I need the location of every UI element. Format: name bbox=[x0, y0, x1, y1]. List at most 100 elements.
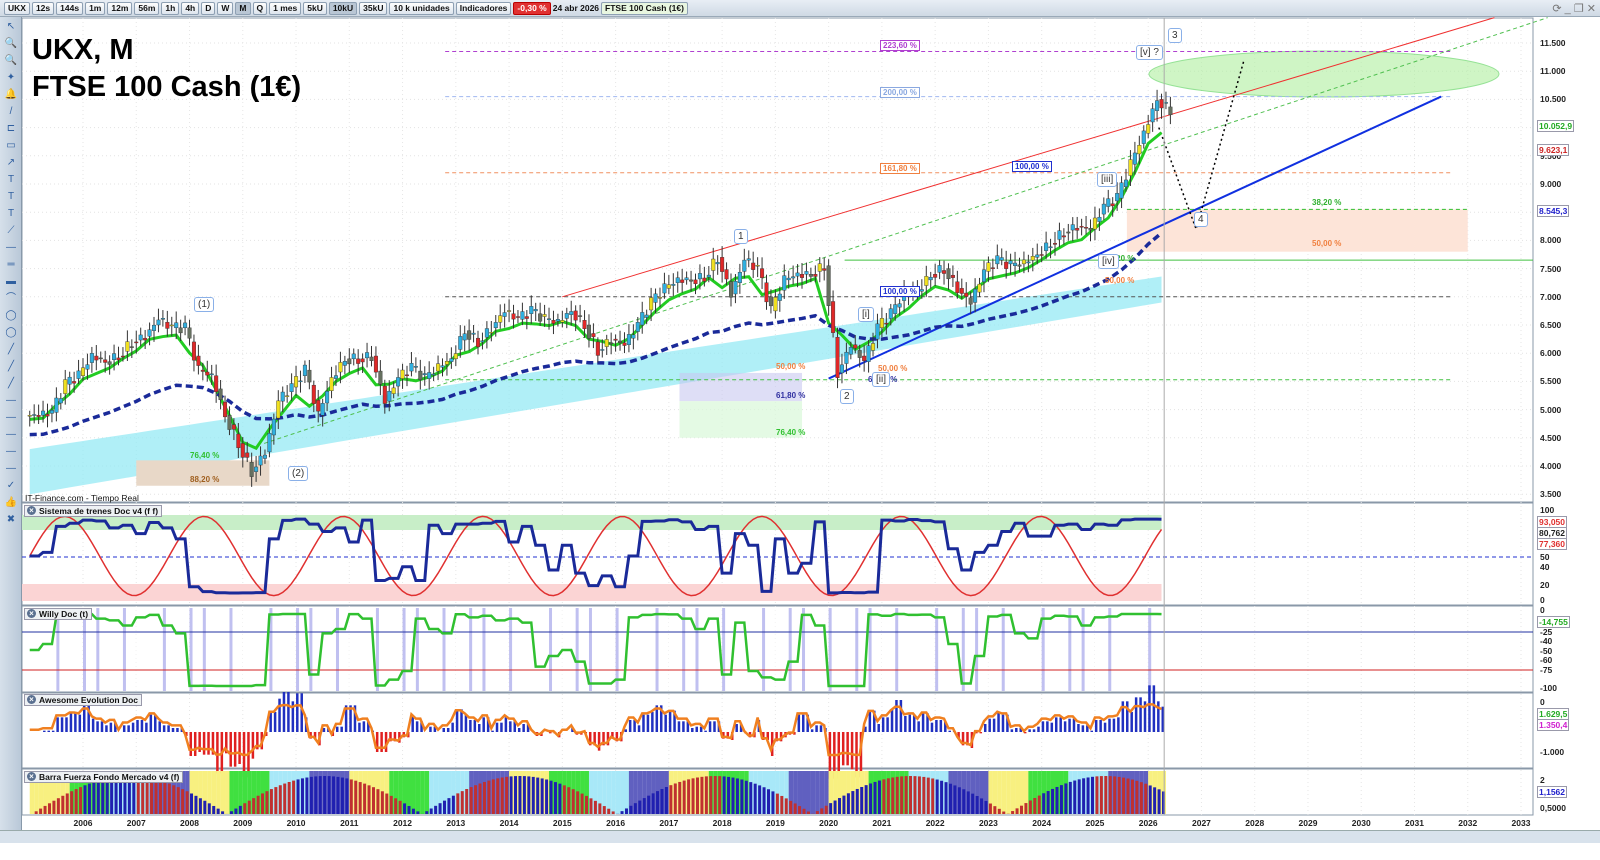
drawing-tool-icon[interactable]: ⌒ bbox=[3, 292, 19, 306]
year-label: 2030 bbox=[1351, 818, 1371, 828]
drawing-tool-icon[interactable]: — bbox=[3, 445, 19, 459]
candle bbox=[116, 357, 121, 361]
candle bbox=[626, 334, 631, 345]
drawing-tool-icon[interactable]: ▬ bbox=[3, 275, 19, 289]
strength-bar bbox=[531, 776, 535, 814]
candle bbox=[1155, 100, 1160, 111]
strength-bar bbox=[935, 779, 939, 814]
drawing-tool-icon[interactable]: ⟋ bbox=[3, 224, 19, 238]
drawing-tool-icon[interactable]: — bbox=[3, 394, 19, 408]
strength-bar bbox=[917, 776, 921, 814]
candle bbox=[578, 315, 583, 317]
drawing-tool-icon[interactable]: — bbox=[3, 411, 19, 425]
strength-bar bbox=[820, 808, 824, 814]
candle bbox=[595, 341, 600, 356]
candle bbox=[338, 362, 343, 373]
willy-bar bbox=[602, 608, 606, 691]
strength-bar bbox=[314, 776, 318, 814]
drawing-tool-icon[interactable]: ↖ bbox=[3, 20, 19, 34]
drawing-tool-icon[interactable]: 🔍 bbox=[3, 37, 19, 51]
candle bbox=[223, 401, 228, 418]
price-tick-label: 8.000 bbox=[1540, 235, 1562, 246]
strength-bar bbox=[380, 791, 384, 814]
panel-title[interactable]: Awesome Evolution Doc bbox=[24, 694, 143, 706]
drawing-tool-icon[interactable]: 👍 bbox=[3, 496, 19, 510]
drawing-tool-icon[interactable]: T bbox=[3, 207, 19, 221]
drawing-tool-icon[interactable]: — bbox=[3, 462, 19, 476]
strength-bar bbox=[363, 783, 367, 814]
candle bbox=[267, 433, 272, 453]
candle bbox=[218, 388, 223, 400]
strength-bar bbox=[642, 798, 646, 814]
strength-bar bbox=[633, 803, 637, 814]
candle bbox=[1052, 243, 1057, 245]
candle bbox=[49, 410, 54, 414]
awesome-bar bbox=[890, 709, 894, 732]
drawing-tool-icon[interactable]: 🔔 bbox=[3, 88, 19, 102]
drawing-tool-icon[interactable]: ▭ bbox=[3, 139, 19, 153]
candle bbox=[1146, 124, 1151, 134]
drawing-tool-icon[interactable]: ✓ bbox=[3, 479, 19, 493]
willy-bar bbox=[1134, 608, 1138, 691]
drawing-tool-icon[interactable]: T bbox=[3, 190, 19, 204]
drawing-tool-icon[interactable]: ✦ bbox=[3, 71, 19, 85]
strength-bar bbox=[651, 793, 655, 814]
drawing-tool-icon[interactable]: ◯ bbox=[3, 309, 19, 323]
drawing-tool-icon[interactable]: ⊏ bbox=[3, 122, 19, 136]
drawing-tool-icon[interactable]: 🔍 bbox=[3, 54, 19, 68]
strength-bar bbox=[87, 783, 91, 814]
wave-label: 3 bbox=[1168, 28, 1182, 43]
year-label: 2010 bbox=[286, 818, 306, 828]
willy-bar bbox=[655, 608, 659, 691]
drawing-tool-icon[interactable]: / bbox=[3, 105, 19, 119]
drawing-tool-icon[interactable]: ╱ bbox=[3, 343, 19, 357]
candle bbox=[347, 358, 352, 365]
strength-bar bbox=[611, 811, 615, 814]
willy-bar bbox=[722, 608, 726, 691]
drawing-tool-icon[interactable]: ◯ bbox=[3, 326, 19, 340]
candle bbox=[635, 322, 640, 332]
drawing-tool-icon[interactable]: — bbox=[3, 241, 19, 255]
drawing-tool-icon[interactable]: T bbox=[3, 173, 19, 187]
strength-bar bbox=[354, 780, 358, 814]
year-label: 2022 bbox=[925, 818, 945, 828]
drawing-tool-icon[interactable]: ╱ bbox=[3, 377, 19, 391]
strength-bar bbox=[61, 795, 65, 814]
chart-canvas[interactable] bbox=[22, 0, 1600, 830]
willy-bar bbox=[1121, 608, 1125, 691]
drawing-tool-icon[interactable]: — bbox=[3, 428, 19, 442]
drawing-tool-icon[interactable]: ✖ bbox=[3, 513, 19, 527]
candle bbox=[586, 324, 591, 339]
candle bbox=[1137, 145, 1142, 155]
candle bbox=[933, 274, 938, 278]
willy-bar bbox=[948, 608, 952, 691]
awesome-bar bbox=[509, 721, 512, 732]
strength-bar bbox=[1135, 780, 1139, 814]
awesome-bar bbox=[478, 724, 481, 732]
strength-bar bbox=[846, 793, 850, 814]
candle bbox=[555, 319, 560, 322]
strength-bar bbox=[700, 776, 704, 814]
panel-title[interactable]: Barra Fuerza Fondo Mercado v4 (f) bbox=[24, 771, 184, 783]
awesome-bar bbox=[819, 725, 823, 732]
candle bbox=[515, 316, 520, 318]
drawing-tool-icon[interactable]: ↗ bbox=[3, 156, 19, 170]
strength-bar bbox=[243, 803, 247, 814]
year-label: 2019 bbox=[765, 818, 785, 828]
strength-bar bbox=[953, 785, 957, 814]
price-tick-label: 10.500 bbox=[1540, 94, 1566, 105]
strength-bar bbox=[340, 777, 344, 814]
drawing-tool-icon[interactable]: ╱ bbox=[3, 360, 19, 374]
drawing-tool-icon[interactable]: ═ bbox=[3, 258, 19, 272]
panel-title[interactable]: Sistema de trenes Doc v4 (f f) bbox=[24, 505, 163, 517]
awesome-bar bbox=[491, 730, 494, 732]
awesome-bar bbox=[100, 721, 104, 732]
strength-bar bbox=[1037, 795, 1041, 814]
strength-bar bbox=[673, 783, 677, 814]
awesome-bar bbox=[176, 728, 179, 732]
panel-title[interactable]: Willy Doc (t) bbox=[24, 608, 93, 620]
awesome-bar bbox=[810, 729, 814, 732]
candle bbox=[591, 333, 596, 338]
strength-bg bbox=[615, 771, 621, 814]
candle bbox=[418, 370, 423, 380]
